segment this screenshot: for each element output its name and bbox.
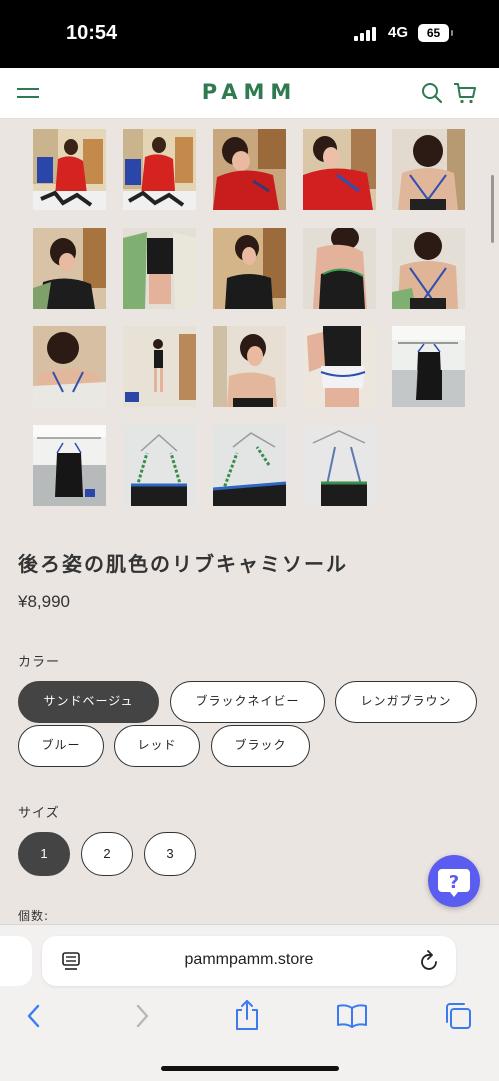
previous-tab-preview[interactable] bbox=[0, 936, 32, 986]
bookmarks-icon[interactable] bbox=[336, 1003, 368, 1029]
question-icon: ? bbox=[438, 869, 470, 897]
product-title: 後ろ姿の肌色のリブキャミソール bbox=[18, 552, 348, 576]
help-chat-button[interactable]: ? bbox=[428, 855, 480, 907]
scroll-indicator bbox=[491, 175, 494, 243]
network-type: 4G bbox=[388, 24, 409, 41]
gallery-thumbnail[interactable] bbox=[123, 129, 196, 210]
share-icon[interactable] bbox=[233, 999, 261, 1031]
gallery-thumbnail[interactable] bbox=[33, 326, 106, 407]
size-option-1[interactable]: 1 bbox=[18, 832, 70, 876]
forward-icon[interactable] bbox=[132, 1003, 152, 1029]
status-bar: 10:54 4G 65 bbox=[0, 0, 499, 68]
browser-toolbar: pammpamm.store bbox=[0, 924, 499, 1081]
tabs-icon[interactable] bbox=[443, 1002, 473, 1030]
cart-icon[interactable] bbox=[453, 81, 477, 105]
gallery-thumbnail[interactable] bbox=[392, 129, 465, 210]
gallery-thumbnail[interactable] bbox=[392, 228, 465, 309]
size-label: サイズ bbox=[18, 806, 60, 821]
url-text[interactable]: pammpamm.store bbox=[42, 951, 456, 969]
address-bar[interactable]: pammpamm.store bbox=[42, 936, 456, 986]
battery-tip bbox=[451, 30, 453, 36]
gallery-thumbnail[interactable] bbox=[213, 129, 286, 210]
svg-text:?: ? bbox=[449, 872, 459, 893]
signal-icon bbox=[354, 27, 380, 41]
gallery-thumbnail[interactable] bbox=[123, 326, 196, 407]
gallery-thumbnail[interactable] bbox=[303, 326, 376, 407]
size-option-2[interactable]: 2 bbox=[81, 832, 133, 876]
color-label: カラー bbox=[18, 655, 61, 670]
color-option-red[interactable]: レッド bbox=[114, 725, 200, 767]
product-price: ¥8,990 bbox=[18, 592, 70, 611]
quantity-label: 個数: bbox=[18, 909, 50, 923]
gallery-thumbnail[interactable] bbox=[213, 228, 286, 309]
reload-icon[interactable] bbox=[420, 950, 440, 972]
back-icon[interactable] bbox=[24, 1003, 44, 1029]
color-option-sand-beige[interactable]: サンドベージュ bbox=[18, 681, 159, 723]
gallery-thumbnail[interactable] bbox=[303, 129, 376, 210]
color-option-black[interactable]: ブラック bbox=[211, 725, 310, 767]
site-header: PAMM bbox=[0, 68, 499, 119]
gallery-thumbnail[interactable] bbox=[33, 425, 106, 506]
gallery-thumbnail[interactable] bbox=[303, 425, 376, 506]
battery-icon: 65 bbox=[418, 24, 449, 42]
gallery-thumbnail[interactable] bbox=[123, 228, 196, 309]
color-option-brick-brown[interactable]: レンガブラウン bbox=[335, 681, 477, 723]
gallery-thumbnail[interactable] bbox=[303, 228, 376, 309]
gallery-thumbnail[interactable] bbox=[33, 228, 106, 309]
home-indicator bbox=[161, 1066, 339, 1071]
gallery-thumbnail[interactable] bbox=[213, 326, 286, 407]
status-time: 10:54 bbox=[66, 22, 118, 44]
gallery-thumbnail[interactable] bbox=[33, 129, 106, 210]
search-icon[interactable] bbox=[421, 82, 443, 104]
color-option-blue[interactable]: ブルー bbox=[18, 725, 104, 767]
gallery-thumbnail[interactable] bbox=[123, 425, 196, 506]
size-option-3[interactable]: 3 bbox=[144, 832, 196, 876]
gallery-thumbnail[interactable] bbox=[213, 425, 286, 506]
color-option-black-navy[interactable]: ブラックネイビー bbox=[170, 681, 325, 723]
gallery-thumbnail[interactable] bbox=[392, 326, 465, 407]
